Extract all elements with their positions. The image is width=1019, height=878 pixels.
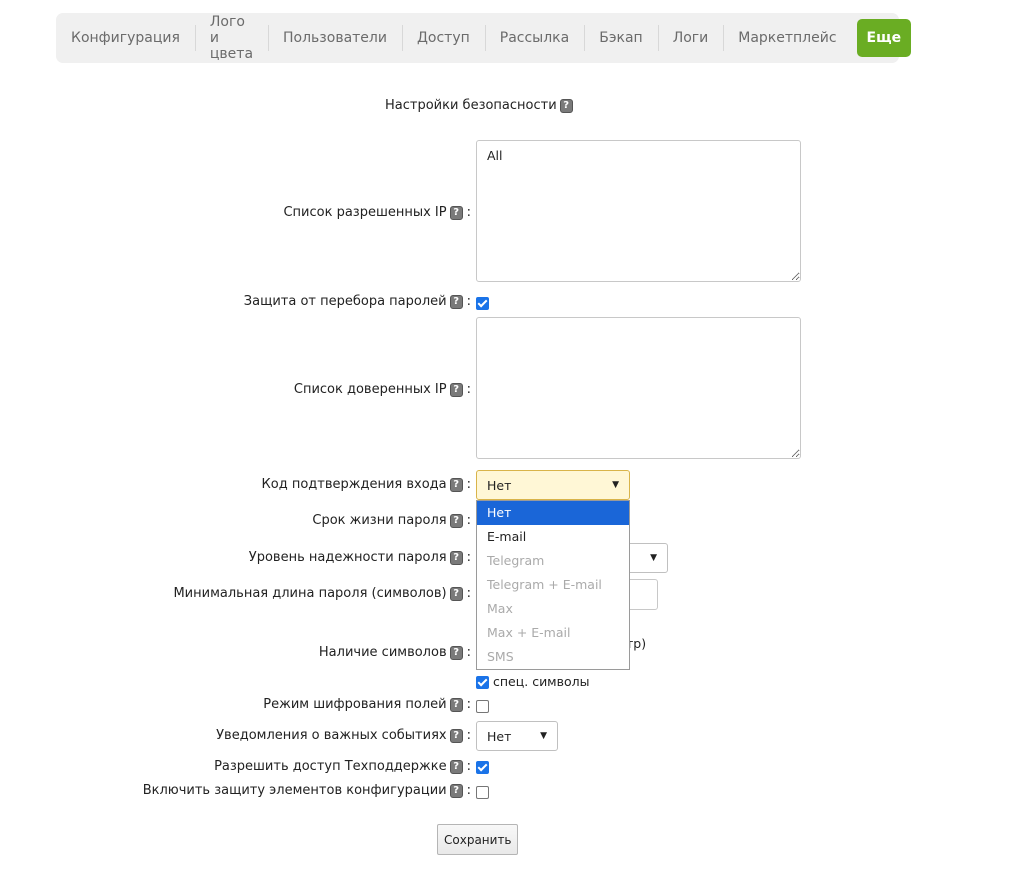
brute-force-label-text: Защита от перебора паролей — [243, 294, 447, 309]
label-colon: : — [466, 645, 471, 660]
login-code-select-value: Нет — [487, 477, 512, 493]
label-colon: : — [466, 513, 471, 528]
min-length-label-text: Минимальная длина пароля (символов) — [173, 586, 447, 601]
support-access-label: Разрешить доступ Техподдержке ? : — [214, 759, 471, 774]
trusted-ip-label-text: Список доверенных IP — [293, 382, 447, 397]
label-colon: : — [466, 382, 471, 397]
label-colon: : — [466, 477, 471, 492]
help-icon[interactable]: ? — [449, 728, 463, 743]
save-button[interactable]: Сохранить — [437, 824, 518, 855]
allowed-ip-label: Список разрешенных IP ? : — [283, 205, 471, 220]
special-symbols-label: спец. символы — [493, 674, 590, 689]
help-icon[interactable]: ? — [449, 645, 463, 660]
help-icon[interactable]: ? — [449, 697, 463, 712]
login-code-dropdown: Нет E-mail Telegram Telegram + E-mail Ma… — [476, 500, 630, 670]
help-icon[interactable]: ? — [449, 477, 463, 492]
label-colon: : — [466, 697, 471, 712]
tab-configuration[interactable]: Конфигурация — [56, 13, 195, 63]
label-colon: : — [466, 205, 471, 220]
config-protection-label-text: Включить защиту элементов конфигурации — [142, 783, 447, 798]
label-colon: : — [466, 586, 471, 601]
chevron-down-icon: ▼ — [540, 731, 547, 741]
dropdown-option-max: Max — [487, 601, 513, 616]
password-strength-label-text: Уровень надежности пароля — [248, 550, 447, 565]
section-title-text: Настройки безопасности — [385, 98, 557, 113]
dropdown-option-none[interactable]: Нет — [477, 501, 629, 525]
section-title: Настройки безопасности ? — [385, 98, 573, 113]
tab-logo-colors[interactable]: Лого и цвета — [194, 13, 268, 63]
login-code-select[interactable]: Нет ▼ — [476, 470, 630, 500]
chevron-down-icon: ▼ — [612, 480, 619, 490]
help-icon[interactable]: ? — [449, 294, 463, 309]
notifications-label: Уведомления о важных событиях ? : — [216, 728, 471, 743]
label-colon: : — [466, 783, 471, 798]
help-icon[interactable]: ? — [449, 550, 463, 565]
tab-marketplace[interactable]: Маркетплейс — [723, 13, 851, 63]
chevron-down-icon: ▼ — [650, 553, 657, 563]
field-encryption-checkbox[interactable] — [476, 700, 489, 713]
config-protection-checkbox[interactable] — [476, 786, 489, 799]
tab-more[interactable]: Еще — [856, 19, 912, 57]
tab-backup[interactable]: Бэкап — [584, 13, 657, 63]
help-icon[interactable]: ? — [449, 205, 463, 220]
support-access-checkbox[interactable] — [476, 761, 489, 774]
tab-bar: Конфигурация Лого и цвета Пользователи Д… — [56, 13, 912, 63]
allowed-ip-label-text: Список разрешенных IP — [283, 205, 447, 220]
login-code-label-text: Код подтверждения входа — [261, 477, 447, 492]
password-lifetime-label: Срок жизни пароля ? : — [312, 513, 471, 528]
label-colon: : — [466, 550, 471, 565]
help-icon[interactable]: ? — [449, 382, 463, 397]
symbols-label: Наличие символов ? : — [319, 645, 471, 660]
help-icon[interactable]: ? — [449, 513, 463, 528]
notifications-label-text: Уведомления о важных событиях — [216, 728, 447, 743]
dropdown-option-sms: SMS — [487, 649, 514, 664]
help-icon[interactable]: ? — [559, 98, 573, 113]
password-lifetime-label-text: Срок жизни пароля — [312, 513, 447, 528]
min-length-label: Минимальная длина пароля (символов) ? : — [173, 586, 471, 601]
tab-users[interactable]: Пользователи — [268, 13, 402, 63]
help-icon[interactable]: ? — [449, 783, 463, 798]
field-encryption-label: Режим шифрования полей ? : — [263, 697, 471, 712]
trusted-ip-label: Список доверенных IP ? : — [294, 382, 471, 397]
brute-force-label: Защита от перебора паролей ? : — [244, 294, 471, 309]
notifications-select-value: Нет — [487, 728, 512, 744]
support-access-label-text: Разрешить доступ Техподдержке — [214, 759, 447, 774]
login-code-label: Код подтверждения входа ? : — [262, 477, 471, 492]
help-icon[interactable]: ? — [449, 586, 463, 601]
symbols-label-text: Наличие символов — [318, 645, 447, 660]
tab-mailing[interactable]: Рассылка — [484, 13, 584, 63]
field-encryption-label-text: Режим шифрования полей — [263, 697, 447, 712]
allowed-ip-textarea[interactable]: All — [476, 140, 801, 282]
password-strength-label: Уровень надежности пароля ? : — [249, 550, 471, 565]
help-icon[interactable]: ? — [449, 759, 463, 774]
trusted-ip-textarea[interactable] — [476, 317, 801, 459]
special-symbols-checkbox[interactable] — [476, 676, 489, 689]
dropdown-option-telegram-email: Telegram + E-mail — [487, 577, 602, 592]
config-protection-label: Включить защиту элементов конфигурации ?… — [143, 783, 471, 798]
dropdown-option-max-email: Max + E-mail — [487, 625, 571, 640]
tab-logs[interactable]: Логи — [657, 13, 724, 63]
notifications-select[interactable]: Нет ▼ — [476, 721, 558, 751]
label-colon: : — [466, 294, 471, 309]
label-colon: : — [466, 728, 471, 743]
tab-access[interactable]: Доступ — [401, 13, 485, 63]
brute-force-checkbox[interactable] — [476, 297, 489, 310]
dropdown-option-email[interactable]: E-mail — [477, 525, 629, 549]
label-colon: : — [466, 759, 471, 774]
dropdown-option-telegram: Telegram — [487, 553, 545, 568]
